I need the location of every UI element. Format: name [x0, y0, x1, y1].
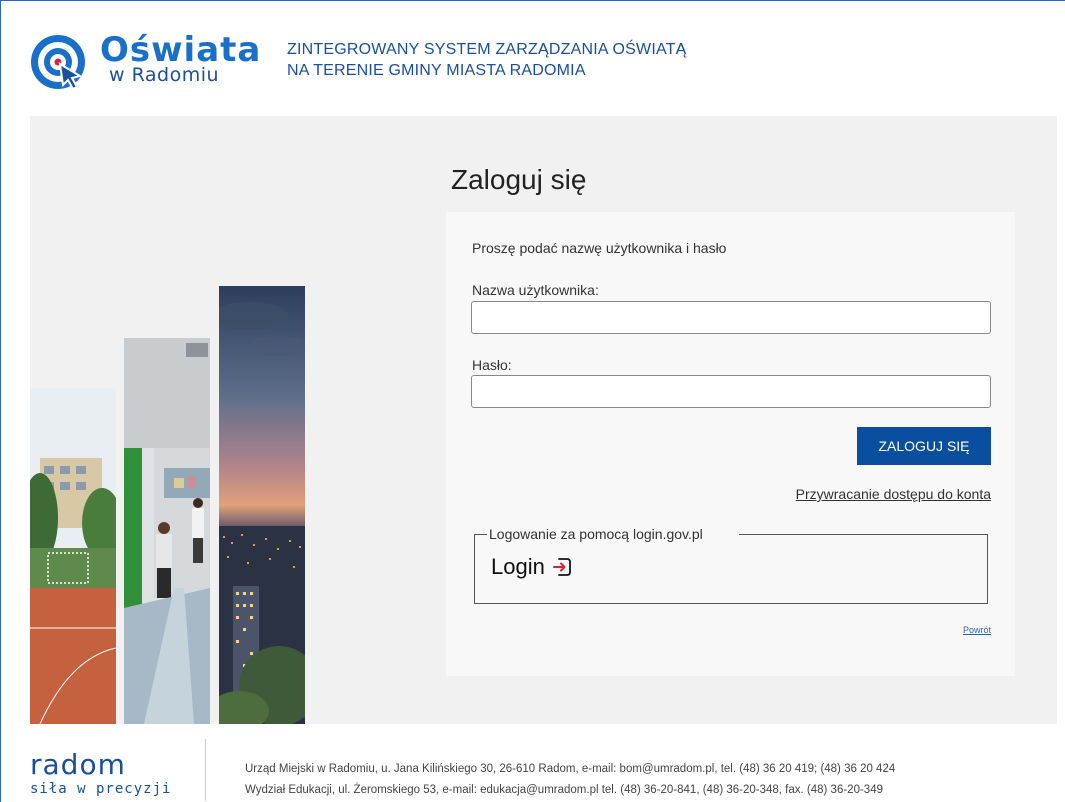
city-skyline-photo	[219, 286, 305, 724]
back-link[interactable]: Powrót	[963, 625, 991, 635]
school-corridor-photo	[124, 338, 210, 724]
header: Oświata w Radomiu ZINTEGROWANY SYSTEM ZA…	[30, 30, 1030, 100]
radom-logo-tagline: siła w precyzji	[30, 781, 172, 797]
recover-access-link[interactable]: Przywracanie dostępu do konta	[796, 486, 991, 502]
logo-title: Oświata	[100, 30, 262, 70]
logo-subtitle: w Radomiu	[109, 64, 220, 86]
login-button[interactable]: ZALOGUJ SIĘ	[857, 427, 991, 465]
username-label: Nazwa użytkownika:	[472, 282, 599, 298]
footer: radom siła w precyzji Urząd Miejski w Ra…	[30, 735, 1030, 802]
login-heading: Zaloguj się	[451, 164, 587, 195]
login-gov-label: Login	[491, 554, 545, 579]
login-instructions: Proszę podać nazwę użytkownika i hasło	[472, 240, 727, 256]
footer-line-education-dept: Wydział Edukacji, ul. Żeromskiego 53, e-…	[245, 784, 883, 796]
footer-contact: Urząd Miejski w Radomiu, u. Jana Kilińsk…	[245, 759, 895, 801]
username-input[interactable]	[471, 301, 991, 334]
login-gov-legend: Logowanie za pomocą login.gov.pl	[489, 526, 703, 542]
frame-left-border	[0, 0, 1, 802]
login-panel: Proszę podać nazwę użytkownika i hasło N…	[446, 212, 1015, 676]
login-gov-fieldset: Logowanie za pomocą login.gov.pl Login	[474, 526, 988, 604]
frame-top-border	[0, 0, 1065, 1]
login-arrow-icon	[552, 558, 571, 576]
fieldset-border-left	[475, 534, 487, 535]
target-cursor-icon	[31, 35, 85, 91]
password-input[interactable]	[471, 375, 991, 408]
system-title-line2: NA TERENIE GMINY MIASTA RADOMIA	[287, 62, 586, 79]
oswiata-logo[interactable]: Oświata w Radomiu	[30, 30, 260, 94]
radom-logo[interactable]: radom siła w precyzji	[30, 751, 190, 801]
password-label: Hasło:	[472, 357, 512, 373]
footer-divider	[205, 739, 206, 801]
sports-field-photo	[30, 388, 116, 724]
system-title: ZINTEGROWANY SYSTEM ZARZĄDZANIA OŚWIATĄ …	[287, 39, 687, 81]
fieldset-border-right	[739, 534, 987, 535]
footer-line-city-office: Urząd Miejski w Radomiu, u. Jana Kilińsk…	[245, 763, 896, 775]
radom-logo-title: radom	[30, 748, 126, 781]
system-title-line1: ZINTEGROWANY SYSTEM ZARZĄDZANIA OŚWIATĄ	[287, 41, 687, 58]
login-gov-button[interactable]: Login	[491, 554, 573, 580]
main-area: Zaloguj się Proszę podać nazwę użytkowni…	[30, 116, 1057, 724]
